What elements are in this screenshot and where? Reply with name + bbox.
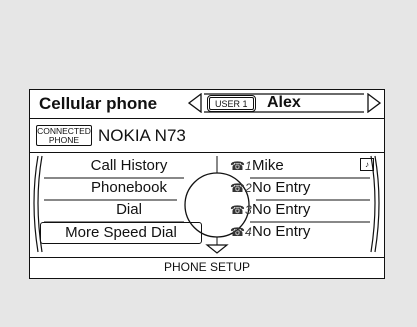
user-next-arrow-icon xyxy=(367,93,381,113)
menu-item-call-history[interactable]: Call History xyxy=(44,155,214,177)
voice-tag-icon: ♪ xyxy=(360,158,374,171)
header-bar: Cellular phone USER 1 Alex xyxy=(30,90,384,119)
user-badge: USER 1 xyxy=(207,95,256,112)
speed-dial-entry[interactable]: ☎4No Entry xyxy=(230,221,375,243)
scroll-down-arrow-icon xyxy=(205,244,229,254)
speed-dial-slot-icon: ☎3 xyxy=(230,203,252,217)
screen-title: Cellular phone xyxy=(39,94,158,113)
connected-phone-badge: CONNECTED PHONE xyxy=(36,125,92,146)
speed-dial-entry[interactable]: ☎3No Entry xyxy=(230,199,375,221)
speed-dial-slot-icon: ☎1 xyxy=(230,159,252,173)
speed-dial-entry[interactable]: ☎2No Entry xyxy=(230,177,375,199)
phone-screen: Cellular phone USER 1 Alex CONNECTED PHO… xyxy=(29,89,385,279)
connected-phone-row: CONNECTED PHONE NOKIA N73 xyxy=(30,118,384,153)
user-name: Alex xyxy=(267,94,301,111)
user-selector[interactable]: USER 1 Alex xyxy=(188,93,381,113)
menu-item-phonebook[interactable]: Phonebook xyxy=(44,177,214,199)
connected-device-name: NOKIA N73 xyxy=(98,126,186,145)
user-prev-arrow-icon xyxy=(188,93,202,113)
phone-setup-button[interactable]: PHONE SETUP xyxy=(30,257,384,278)
speed-dial-slot-icon: ☎4 xyxy=(230,225,252,239)
speed-dial-entry[interactable]: ☎1Mike xyxy=(230,155,375,177)
menu-item-dial[interactable]: Dial xyxy=(44,199,214,221)
menu-area: Call History Phonebook Dial More Speed D… xyxy=(30,152,384,256)
menu-item-more-speed-dial[interactable]: More Speed Dial xyxy=(40,222,202,244)
speed-dial-slot-icon: ☎2 xyxy=(230,181,252,195)
